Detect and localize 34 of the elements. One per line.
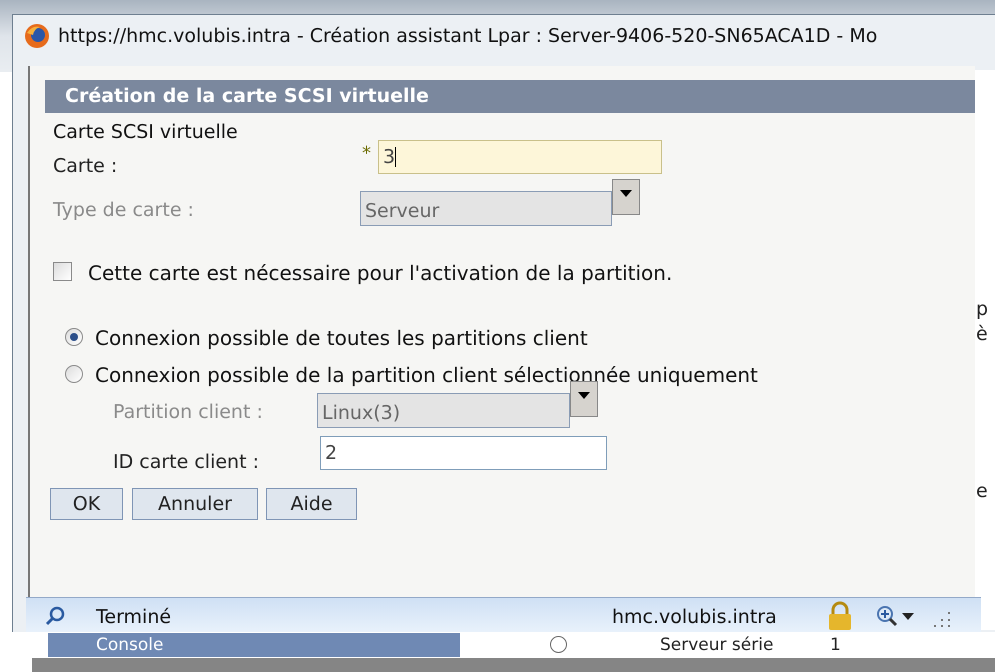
status-text: Terminé	[96, 605, 172, 630]
browser-logo-icon	[24, 23, 50, 49]
section-title: Carte SCSI virtuelle	[53, 120, 238, 145]
checkbox[interactable]	[53, 262, 72, 281]
search-icon	[44, 605, 66, 627]
window-title: https://hmc.volubis.intra - Création assistant Lpar : Server-9406-520-SN65ACA1D - Mo	[58, 24, 878, 49]
dropdown-button[interactable]	[612, 179, 640, 215]
field-label: ID carte client :	[113, 450, 259, 475]
background-text: Serveur série	[660, 634, 774, 657]
lock-icon	[826, 601, 854, 631]
zoom-icon[interactable]	[876, 605, 898, 627]
dialog-button[interactable]: Annuler	[132, 488, 258, 520]
background-text: e	[976, 482, 988, 501]
background-cell: Console	[48, 633, 460, 657]
host-text: hmc.volubis.intra	[612, 605, 777, 630]
dialog-header: Création de la carte SCSI virtuelle	[45, 80, 975, 113]
field-label: Carte :	[53, 154, 118, 179]
radio-label: Connexion possible de toutes les partitions client	[95, 325, 588, 352]
field-label: Type de carte :	[53, 198, 194, 223]
dialog-button[interactable]: Aide	[266, 488, 357, 520]
checkbox-label: Cette carte est nécessaire pour l'activation de la partition.	[88, 260, 672, 287]
background-text: è	[976, 325, 988, 344]
background-text: 1	[830, 634, 841, 657]
dropdown-button[interactable]	[570, 381, 598, 417]
background-text: p	[976, 300, 988, 319]
radio-label: Connexion possible de la partition client sélectionnée uniquement	[95, 362, 758, 389]
dialog-button[interactable]: OK	[50, 488, 123, 520]
required-mark: *	[362, 142, 371, 166]
text-field[interactable]: 3	[378, 140, 662, 174]
caret-icon	[578, 392, 590, 399]
field-label: Partition client :	[113, 400, 263, 425]
caret-icon[interactable]	[902, 613, 914, 620]
caret-icon	[620, 190, 632, 197]
text-field[interactable]: 2	[320, 436, 607, 470]
